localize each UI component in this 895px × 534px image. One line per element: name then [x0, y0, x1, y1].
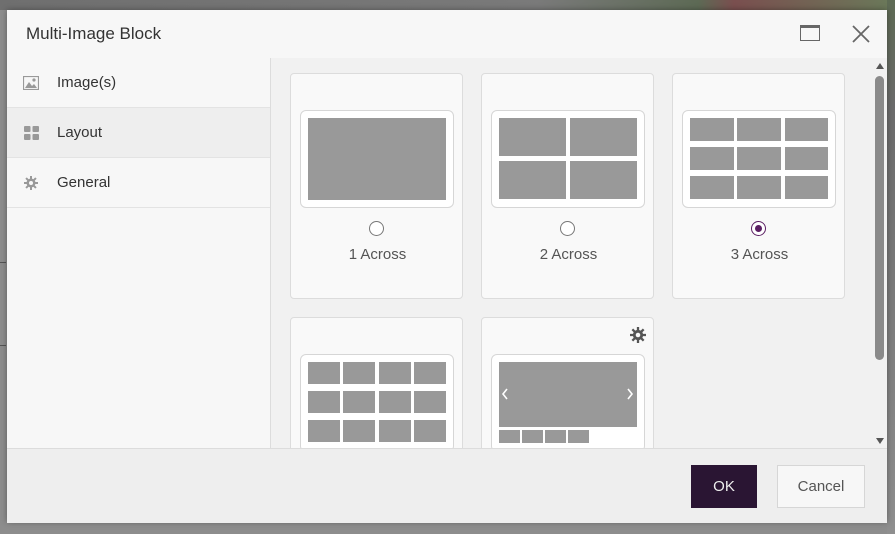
- scroll-down-arrow-icon[interactable]: [876, 438, 884, 444]
- sidebar-item-layout[interactable]: Layout: [7, 108, 270, 158]
- image-icon: [23, 75, 39, 91]
- layout-radio[interactable]: [560, 221, 575, 236]
- cancel-button[interactable]: Cancel: [777, 465, 865, 508]
- thumbnail-cell: [414, 391, 446, 413]
- sidebar-item-general[interactable]: General: [7, 158, 270, 208]
- layout-label: 3 Across: [730, 246, 789, 263]
- thumbnail-cell: [379, 362, 411, 384]
- thumbnail-cell: [785, 147, 828, 170]
- thumbnail-cell: [414, 362, 446, 384]
- grid-icon: [23, 125, 39, 141]
- thumbnail-cell: [308, 362, 340, 384]
- thumbnail-cell: [414, 420, 446, 442]
- thumbnail-cell: [499, 161, 566, 199]
- sidebar-item-images[interactable]: Image(s): [7, 58, 270, 108]
- thumbnail-cell: [343, 391, 375, 413]
- layout-radio-selected[interactable]: [751, 221, 766, 236]
- dialog-titlebar: Multi-Image Block: [7, 10, 887, 59]
- layout-options-panel: 1 Across 2 Across 3 Across: [271, 58, 873, 448]
- sidebar-item-label: Image(s): [57, 74, 117, 91]
- thumbnail-cell: [570, 161, 637, 199]
- sidebar-item-label: Layout: [57, 124, 103, 141]
- layout-label: 2 Across: [539, 246, 598, 263]
- close-icon[interactable]: [850, 23, 872, 45]
- multi-image-dialog: Multi-Image Block Image(s) Layout Genera…: [7, 10, 887, 523]
- layout-card-2-across[interactable]: 2 Across: [481, 73, 654, 299]
- thumbnail-cell: [379, 420, 411, 442]
- thumbnail-cell: [379, 391, 411, 413]
- thumbnail-cell: [690, 147, 734, 170]
- content-scrollbar[interactable]: [873, 58, 887, 448]
- thumbnail-cell: [343, 362, 375, 384]
- thumbnail-cell: [737, 147, 781, 170]
- layout-card-slider[interactable]: [481, 317, 654, 448]
- layout-thumbnail: [491, 354, 645, 448]
- layout-card-1-across[interactable]: 1 Across: [290, 73, 463, 299]
- thumbnail-cell: [308, 391, 340, 413]
- dialog-title: Multi-Image Block: [26, 24, 162, 43]
- thumbnail-cell: [785, 176, 828, 199]
- sidebar-item-label: General: [57, 174, 111, 191]
- layout-card-3-across[interactable]: 3 Across: [672, 73, 845, 299]
- thumbnail-cell: [570, 118, 637, 156]
- layout-thumbnail: [300, 354, 454, 448]
- thumbnail-cell: [308, 420, 340, 442]
- layout-thumbnail: [491, 110, 645, 208]
- backdrop-right: [887, 0, 895, 534]
- layout-card-4-across[interactable]: [290, 317, 463, 448]
- layout-thumbnail: [300, 110, 454, 208]
- gear-icon: [23, 175, 39, 191]
- gear-icon[interactable]: [630, 327, 646, 343]
- thumbnail-cell: [308, 118, 446, 200]
- maximize-icon[interactable]: [800, 25, 820, 41]
- backdrop-top: [0, 0, 895, 10]
- thumbnail-cell: [690, 118, 734, 141]
- dialog-footer: OK Cancel: [7, 448, 887, 523]
- scroll-thumb[interactable]: [875, 76, 884, 360]
- slider-thumb-cell: [545, 430, 566, 443]
- layout-radio[interactable]: [369, 221, 384, 236]
- thumbnail-cell: [785, 118, 828, 141]
- thumbnail-cell: [737, 176, 781, 199]
- thumbnail-cell: [690, 176, 734, 199]
- thumbnail-cell: [343, 420, 375, 442]
- slider-thumb-cell: [499, 430, 520, 443]
- sidebar: Image(s) Layout General: [7, 58, 271, 448]
- layout-label: 1 Across: [348, 246, 407, 263]
- layout-thumbnail: [682, 110, 836, 208]
- chevron-left-icon: [501, 388, 508, 400]
- slider-main-image: [499, 362, 637, 427]
- slider-thumb-cell: [568, 430, 589, 443]
- ok-button[interactable]: OK: [691, 465, 757, 508]
- chevron-right-icon: [627, 388, 634, 400]
- scroll-up-arrow-icon[interactable]: [876, 63, 884, 69]
- backdrop-line: [0, 345, 6, 346]
- thumbnail-cell: [499, 118, 566, 156]
- backdrop-line: [0, 262, 6, 263]
- slider-thumb-cell: [522, 430, 543, 443]
- thumbnail-cell: [737, 118, 781, 141]
